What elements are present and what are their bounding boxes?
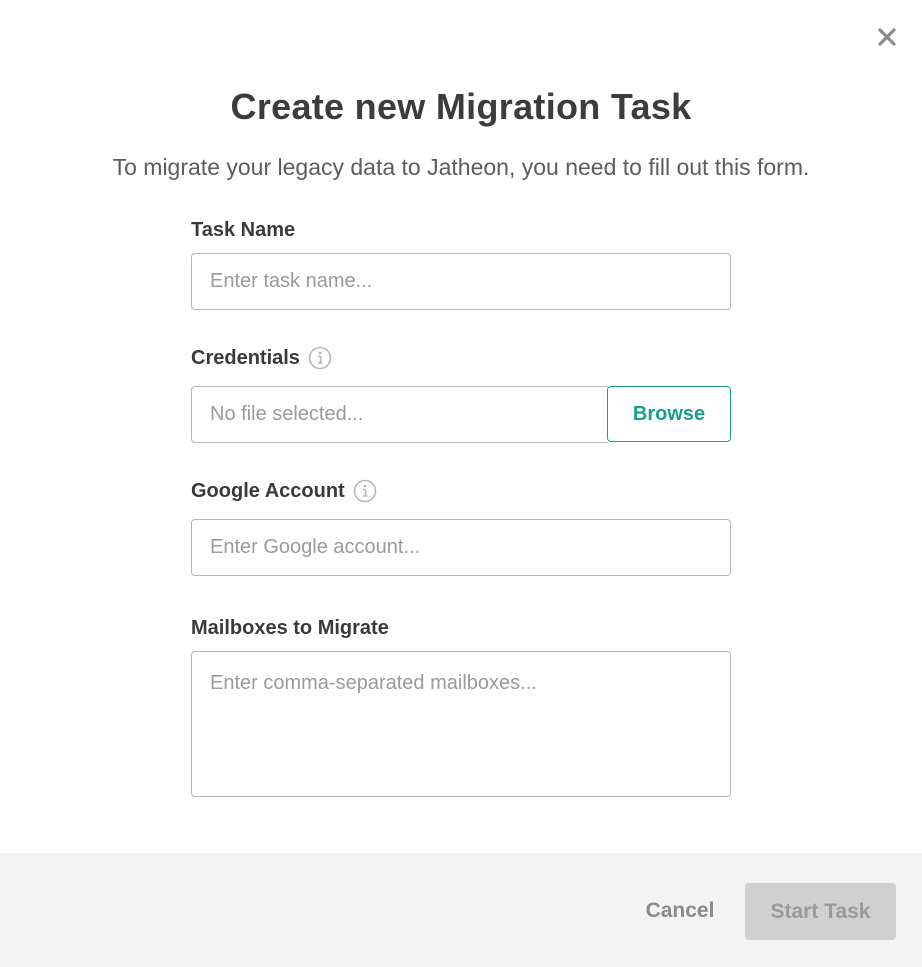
modal-subtitle: To migrate your legacy data to Jatheon, …	[112, 154, 810, 180]
cancel-button[interactable]: Cancel	[633, 883, 727, 939]
close-button[interactable]	[872, 22, 902, 52]
migration-task-modal: Create new Migration Task To migrate you…	[0, 0, 922, 967]
task-name-label-text: Task Name	[191, 219, 296, 241]
close-icon[interactable]	[877, 27, 897, 47]
mailboxes-textarea[interactable]	[191, 651, 731, 797]
task-name-label: Task Name	[191, 219, 295, 242]
google-account-input[interactable]	[191, 519, 731, 576]
credentials-file-display[interactable]	[191, 386, 608, 443]
google-account-label: Google Account	[191, 479, 377, 503]
browse-button[interactable]: Browse	[607, 386, 731, 442]
credentials-label-text: Credentials	[191, 346, 300, 369]
google-account-label-text: Google Account	[191, 479, 345, 502]
task-name-input[interactable]	[191, 253, 731, 310]
start-task-button[interactable]: Start Task	[745, 883, 896, 940]
mailboxes-label: Mailboxes to Migrate	[191, 617, 389, 640]
modal-title: Create new Migration Task	[230, 86, 692, 127]
mailboxes-label-text: Mailboxes to Migrate	[191, 617, 389, 639]
info-circle-icon[interactable]	[353, 479, 377, 503]
credentials-label: Credentials	[191, 346, 332, 370]
info-circle-icon[interactable]	[308, 346, 332, 370]
credentials-file-field: Browse	[191, 386, 731, 443]
modal-footer: Cancel Start Task	[0, 853, 922, 967]
